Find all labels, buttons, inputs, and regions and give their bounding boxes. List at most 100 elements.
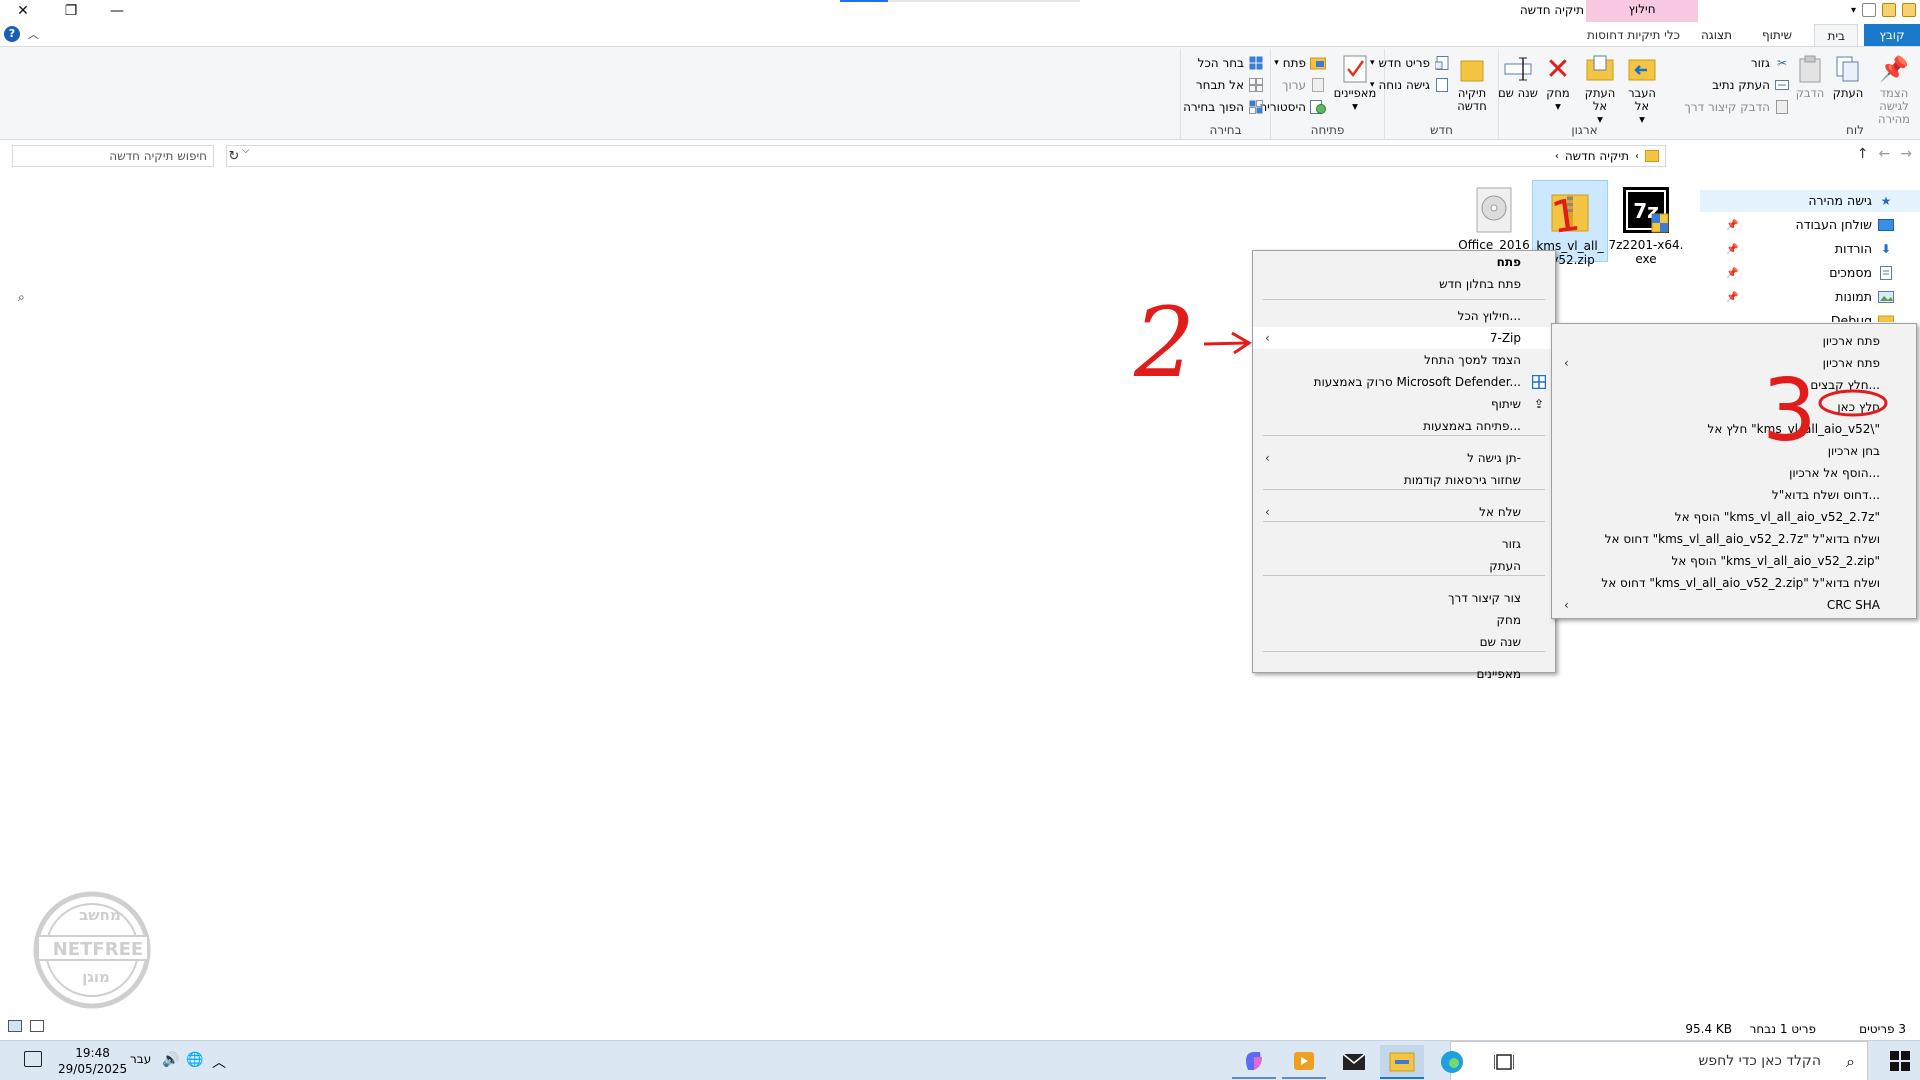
submenu-item-compress-7z-and-email[interactable]: דחוס אל "kms_vl_all_aio_v52_2.7z" ושלח ב… <box>1552 528 1916 550</box>
volume-icon[interactable]: 🔊 <box>162 1052 179 1068</box>
menu-item-rename[interactable]: שנה שם <box>1253 631 1555 653</box>
menu-item-open-with[interactable]: פתיחה באמצעות... <box>1253 415 1555 437</box>
nav-item-documents[interactable]: מסמכים <box>1829 262 1894 284</box>
copy-path-button[interactable]: העתק נתיב <box>1712 75 1790 95</box>
paste-shortcut-button[interactable]: הדבק קיצור דרך <box>1684 97 1790 117</box>
pin-icon[interactable]: 📌 <box>1726 220 1738 231</box>
menu-item-open-new-window[interactable]: פתח בחלון חדש <box>1253 273 1555 295</box>
menu-item-extract-all[interactable]: חילוץ הכל... <box>1253 305 1555 327</box>
search-input[interactable]: חיפוש תיקיה חדשה <box>12 145 214 167</box>
mail-icon[interactable] <box>1332 1045 1376 1079</box>
tab-share[interactable]: שיתוף <box>1750 24 1804 46</box>
tab-compressed-folder-tools[interactable]: כלי תיקיות דחוסות <box>1575 24 1692 46</box>
submenu-item-add-to-zip[interactable]: הוסף אל "kms_vl_all_aio_v52_2.zip" <box>1552 550 1916 572</box>
clock[interactable]: 19:48 29/05/2025 <box>58 1045 127 1077</box>
menu-item-give-access[interactable]: תן גישה ל- ‹ <box>1253 447 1555 469</box>
navigation-pane: ★ גישה מהירה שולחן העבודה ⬇ הורדות מסמכי… <box>1700 172 1920 322</box>
nav-item-pictures[interactable]: תמונות <box>1835 286 1894 308</box>
menu-item-properties[interactable]: מאפיינים <box>1253 663 1555 685</box>
details-view-icon[interactable] <box>8 1020 22 1032</box>
submenu-item-extract-files[interactable]: חלץ קבצים... <box>1552 374 1916 396</box>
menu-item-open[interactable]: פתח <box>1253 251 1555 273</box>
invert-selection-button[interactable]: הפוך בחירה <box>1183 97 1264 117</box>
paste-button[interactable]: הדבק <box>1792 53 1828 100</box>
menu-item-delete[interactable]: מחק <box>1253 609 1555 631</box>
submenu-item-compress-and-email[interactable]: דחוס ושלח בדוא"ל... <box>1552 484 1916 506</box>
edit-button[interactable]: ערוך <box>1282 75 1326 95</box>
notification-icon[interactable] <box>24 1051 42 1067</box>
menu-item-pin-to-start[interactable]: הצמד למסך התחל <box>1253 349 1555 371</box>
address-bar[interactable]: ‹ תיקיה חדשה ‹ <box>226 145 1666 167</box>
back-arrow-icon[interactable]: ← <box>1879 146 1891 162</box>
file-explorer-icon[interactable] <box>1380 1045 1424 1079</box>
edge-browser-icon[interactable] <box>1430 1045 1474 1079</box>
submenu-item-test-archive[interactable]: בחן ארכיון <box>1552 440 1916 462</box>
forward-arrow-icon[interactable]: → <box>1900 146 1912 162</box>
menu-item-restore-versions[interactable]: שחזור גירסאות קודמות <box>1253 469 1555 491</box>
file-item[interactable]: 7z 7z2201-x64. exe <box>1608 180 1684 266</box>
minimize-icon: — <box>110 3 124 19</box>
pin-icon[interactable]: 📌 <box>1726 292 1738 303</box>
copy-button[interactable]: העתק <box>1826 53 1870 100</box>
submenu-item-open-archive-2[interactable]: פתח ארכיון ‹ <box>1552 352 1916 374</box>
pin-icon[interactable]: 📌 <box>1726 244 1738 255</box>
chevron-left-icon: ‹ <box>1265 331 1270 345</box>
qat-dropdown-icon[interactable]: ▾ <box>1851 5 1856 16</box>
folder-icon[interactable] <box>1882 3 1896 17</box>
new-folder-button[interactable]: תיקיה חדשה <box>1450 53 1494 113</box>
nav-item-downloads[interactable]: ⬇ הורדות <box>1835 238 1894 260</box>
delete-button[interactable]: ✕ מחק ▾ <box>1536 53 1580 113</box>
maximize-button[interactable]: ❐ <box>48 0 94 22</box>
menu-item-share[interactable]: שיתוף ⇪ <box>1253 393 1555 415</box>
language-indicator[interactable]: עבר <box>130 1052 151 1066</box>
minimize-button[interactable]: — <box>94 0 140 22</box>
chevron-up-icon[interactable]: ︿ <box>28 26 39 42</box>
properties-button[interactable]: מאפיינים ▾ <box>1330 53 1380 113</box>
properties-icon[interactable] <box>1862 3 1876 17</box>
svg-text:מוגן: מוגן <box>82 968 110 986</box>
network-globe-icon[interactable]: 🌐 <box>186 1052 203 1068</box>
submenu-item-crc-sha[interactable]: CRC SHA ‹ <box>1552 594 1916 616</box>
tab-home[interactable]: בית <box>1814 24 1858 46</box>
rename-button[interactable]: שנה שם <box>1496 53 1540 100</box>
menu-item-send-to[interactable]: שלח אל ‹ <box>1253 501 1555 523</box>
7zip-icon: 7z <box>1622 186 1670 234</box>
menu-item-scan-defender[interactable]: סרוק באמצעות Microsoft Defender... <box>1253 371 1555 393</box>
task-view-icon[interactable] <box>1482 1045 1526 1079</box>
chevron-up-icon[interactable]: ︿ <box>212 1052 226 1072</box>
submenu-item-extract-to-folder[interactable]: חלץ אל "kms_vl_all_aio_v52\" <box>1552 418 1916 440</box>
media-player-icon[interactable] <box>1282 1045 1326 1079</box>
menu-item-create-shortcut[interactable]: צור קיצור דרך <box>1253 587 1555 609</box>
pin-icon[interactable]: 📌 <box>1726 268 1738 279</box>
submenu-item-compress-zip-and-email[interactable]: דחוס אל "kms_vl_all_aio_v52_2.zip" ושלח … <box>1552 572 1916 594</box>
nav-item-debug[interactable]: Debug <box>1831 310 1894 322</box>
nav-item-desktop[interactable]: שולחן העבודה <box>1795 214 1894 236</box>
copilot-icon[interactable] <box>1232 1045 1276 1079</box>
submenu-item-extract-here[interactable]: חלץ כאן <box>1552 396 1916 418</box>
file-item[interactable]: Office_2016 <box>1456 180 1532 252</box>
pin-quick-access-button[interactable]: 📌 הצמד לגישה מהירה <box>1872 53 1916 126</box>
submenu-item-add-to-archive[interactable]: הוסף אל ארכיון... <box>1552 462 1916 484</box>
cut-button[interactable]: ✂ גזור <box>1751 53 1790 73</box>
menu-item-cut[interactable]: גזור <box>1253 533 1555 555</box>
submenu-item-add-to-7z[interactable]: הוסף אל "kms_vl_all_aio_v52_2.7z" <box>1552 506 1916 528</box>
tab-file[interactable]: קובץ <box>1864 24 1920 46</box>
breadcrumb-current[interactable]: תיקיה חדשה <box>1565 149 1629 163</box>
submenu-item-open-archive[interactable]: פתח ארכיון <box>1552 330 1916 352</box>
move-to-button[interactable]: העבר אל ▾ <box>1620 53 1664 126</box>
large-icons-view-icon[interactable] <box>30 1020 44 1032</box>
refresh-icon[interactable]: ↻ <box>224 145 244 167</box>
menu-item-copy[interactable]: העתק <box>1253 555 1555 577</box>
menu-item-7zip[interactable]: 7-Zip ‹ <box>1253 327 1555 349</box>
tab-view[interactable]: תצוגה <box>1689 24 1744 46</box>
windows-start-icon[interactable] <box>1890 1051 1910 1071</box>
open-button[interactable]: פתח ▾ <box>1274 53 1326 73</box>
help-icon[interactable]: ? <box>4 26 20 42</box>
select-all-button[interactable]: בחר הכל <box>1198 53 1264 73</box>
copy-to-button[interactable]: העתק אל ▾ <box>1578 53 1622 126</box>
select-none-button[interactable]: אל תבחר <box>1196 75 1264 95</box>
nav-quick-access[interactable]: ★ גישה מהירה <box>1700 190 1920 212</box>
up-arrow-icon[interactable]: ↑ <box>1857 146 1869 162</box>
close-button[interactable]: ✕ <box>0 0 46 22</box>
new-folder-icon <box>1456 53 1488 85</box>
